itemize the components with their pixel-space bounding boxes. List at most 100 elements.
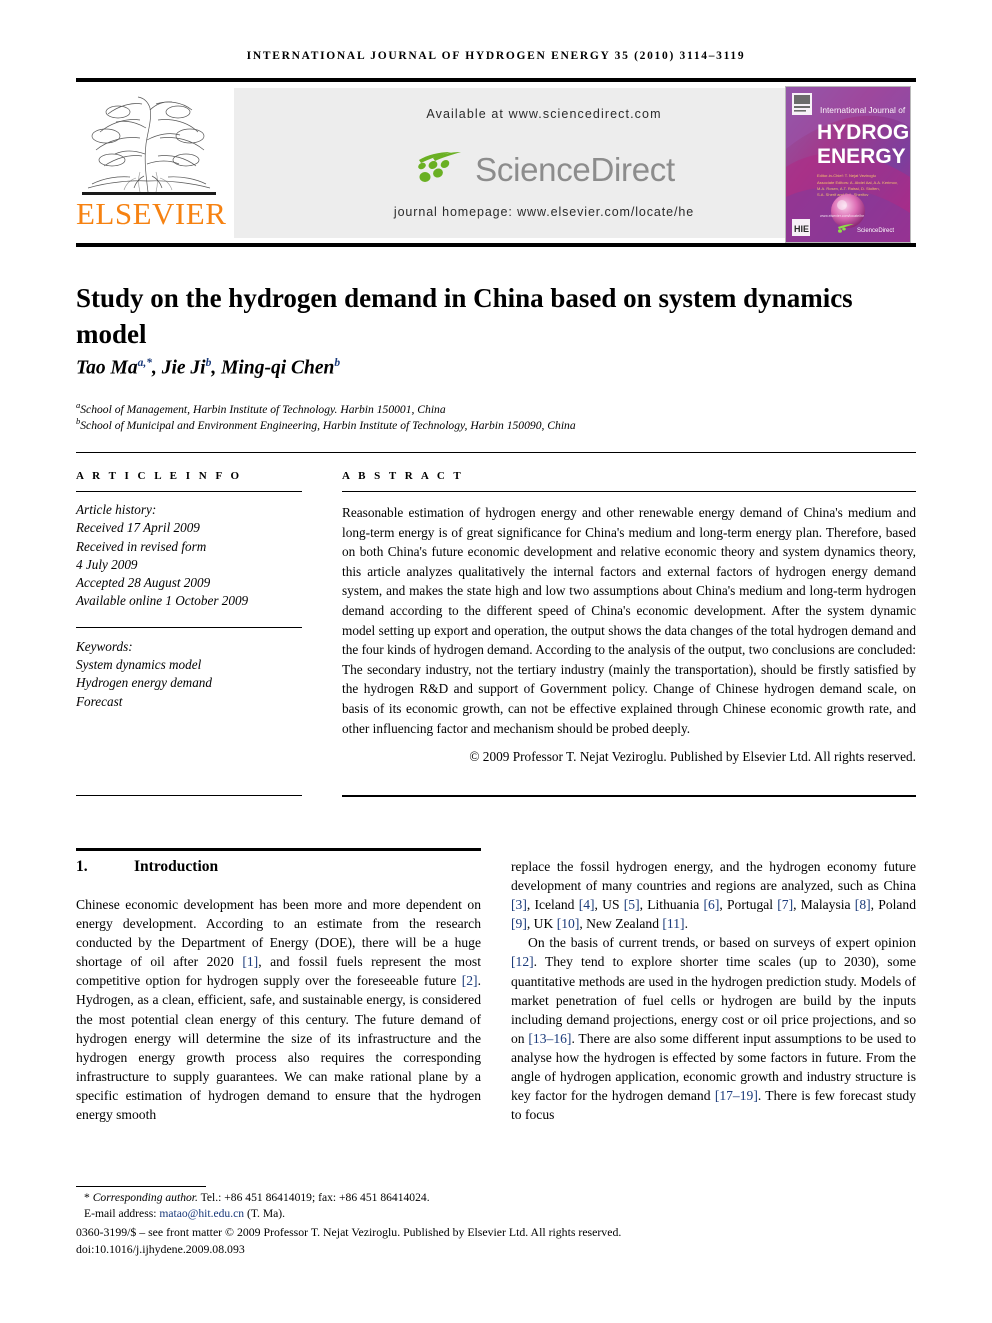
author-sup[interactable]: b bbox=[334, 357, 340, 369]
imprint-line: 0360-3199/$ – see front matter © 2009 Pr… bbox=[76, 1225, 622, 1239]
svg-text:Associate Editors: A. Abdel Aa: Associate Editors: A. Abdel Aal, A.A. Ke… bbox=[817, 180, 898, 185]
article-info-heading: A R T I C L E I N F O bbox=[76, 470, 243, 482]
paragraph-text: , UK bbox=[526, 916, 557, 932]
elsevier-divider bbox=[82, 192, 216, 195]
author-name: Tao Ma bbox=[76, 357, 138, 379]
paragraph-text: , Lithuania bbox=[639, 897, 704, 913]
author-list: Tao Maa,*, Jie Jib, Ming-qi Chenb bbox=[76, 357, 341, 379]
corresponding-contact: Tel.: +86 451 86414019; fax: +86 451 864… bbox=[197, 1191, 430, 1204]
elsevier-wordmark: ELSEVIER bbox=[76, 196, 227, 231]
citation-link[interactable]: [1] bbox=[242, 954, 258, 969]
citation-link[interactable]: [3] bbox=[511, 897, 527, 912]
paragraph-text: On the basis of current trends, or based… bbox=[528, 935, 916, 951]
paragraph-text: . bbox=[684, 916, 688, 932]
paragraph-text: , Portugal bbox=[719, 897, 778, 913]
citation-link[interactable]: [6] bbox=[704, 897, 720, 912]
citation-link[interactable]: [4] bbox=[579, 897, 595, 912]
email-label: E-mail address: bbox=[84, 1207, 160, 1220]
info-rule-top bbox=[76, 452, 916, 453]
history-item: Available online 1 October 2009 bbox=[76, 593, 249, 609]
citation-link[interactable]: [9] bbox=[511, 916, 527, 931]
citation-link[interactable]: [10] bbox=[557, 916, 580, 931]
sciencedirect-leaves-icon bbox=[418, 152, 462, 182]
corresponding-author-line: * Corresponding author. Tel.: +86 451 86… bbox=[76, 1190, 496, 1206]
paragraph: replace the fossil hydrogen energy, and … bbox=[511, 857, 916, 933]
header-rule-top bbox=[76, 78, 916, 82]
paragraph-text: . Hydrogen, as a clean, efficient, safe,… bbox=[76, 973, 481, 1123]
abstract-divider bbox=[342, 491, 916, 492]
keyword-item: Forecast bbox=[76, 693, 123, 709]
affiliation-b: bSchool of Municipal and Environment Eng… bbox=[76, 414, 906, 433]
journal-cover-thumbnail[interactable]: International Journal of HYDROGEN ENERGY… bbox=[785, 86, 911, 243]
paragraph-text: , Poland bbox=[870, 897, 917, 913]
body-rule-top bbox=[76, 848, 481, 851]
abstract-copyright: © 2009 Professor T. Nejat Veziroglu. Pub… bbox=[469, 749, 916, 765]
citation-link[interactable]: [13–16] bbox=[528, 1031, 571, 1046]
affiliation-text: School of Municipal and Environment Engi… bbox=[80, 418, 576, 432]
article-info-divider bbox=[76, 491, 302, 492]
history-item: Accepted 28 August 2009 bbox=[76, 575, 211, 591]
article-info-column: A R T I C L E I N F O Article history: R… bbox=[76, 470, 302, 711]
author-sup[interactable]: b bbox=[206, 357, 212, 369]
article-history-label: Article history: bbox=[76, 502, 157, 517]
paragraph-text: , Malaysia bbox=[793, 897, 855, 913]
sciencedirect-band: Available at www.sciencedirect.com Scien… bbox=[234, 88, 854, 238]
paragraph-text: , New Zealand bbox=[579, 916, 663, 932]
svg-text:HIE: HIE bbox=[794, 224, 809, 234]
author-sup[interactable]: a,* bbox=[138, 357, 152, 369]
citation-link[interactable]: [11] bbox=[662, 916, 684, 931]
email-line: E-mail address: matao@hit.edu.cn (T. Ma)… bbox=[76, 1206, 496, 1222]
author-name: Ming-qi Chen bbox=[221, 357, 335, 379]
corresponding-author-footnote: * Corresponding author. Tel.: +86 451 86… bbox=[76, 1190, 496, 1222]
keyword-item: Hydrogen energy demand bbox=[76, 675, 212, 691]
article-history: Article history: Received 17 April 2009 … bbox=[76, 501, 302, 611]
citation-link[interactable]: [7] bbox=[777, 897, 793, 912]
running-head: INTERNATIONAL JOURNAL OF HYDROGEN ENERGY… bbox=[246, 50, 746, 62]
page-title: Study on the hydrogen demand in China ba… bbox=[76, 283, 853, 350]
svg-text:International Journal of: International Journal of bbox=[820, 105, 906, 115]
paragraph: Chinese economic development has been mo… bbox=[76, 895, 481, 1124]
svg-text:ScienceDirect: ScienceDirect bbox=[857, 228, 894, 234]
email-link[interactable]: matao@hit.edu.cn bbox=[159, 1207, 244, 1220]
masthead: ELSEVIER Available at www.sciencedirect.… bbox=[76, 86, 916, 243]
journal-homepage-text[interactable]: journal homepage: www.elsevier.com/locat… bbox=[234, 205, 854, 219]
doi-line[interactable]: doi:10.1016/j.ijhydene.2009.08.093 bbox=[76, 1241, 916, 1258]
citation-link[interactable]: [17–19] bbox=[715, 1088, 758, 1103]
citation-link[interactable]: [8] bbox=[855, 897, 871, 912]
section-title: Introduction bbox=[134, 858, 219, 875]
citation-link[interactable]: [2] bbox=[462, 973, 478, 988]
sciencedirect-wordmark: ScienceDirect bbox=[475, 151, 675, 188]
section-number: 1. bbox=[76, 858, 88, 875]
keywords-block: Keywords: System dynamics model Hydrogen… bbox=[76, 638, 302, 711]
abstract-rule-bottom bbox=[342, 795, 916, 797]
citation-link[interactable]: [5] bbox=[624, 897, 640, 912]
keywords-divider bbox=[76, 626, 302, 628]
abstract-text: Reasonable estimation of hydrogen energy… bbox=[342, 505, 916, 736]
body-column-left: Chinese economic development has been mo… bbox=[76, 895, 481, 1124]
history-item: Received in revised form bbox=[76, 538, 207, 554]
imprint-block: 0360-3199/$ – see front matter © 2009 Pr… bbox=[76, 1224, 916, 1257]
history-item: 4 July 2009 bbox=[76, 556, 138, 572]
paragraph-text: replace the fossil hydrogen energy, and … bbox=[511, 859, 916, 894]
svg-text:www.elsevier.com/locate/he: www.elsevier.com/locate/he bbox=[820, 214, 864, 218]
keyword-item: System dynamics model bbox=[76, 657, 202, 673]
footnote-rule bbox=[76, 1186, 206, 1187]
available-at-text: Available at www.sciencedirect.com bbox=[426, 107, 662, 121]
author-name: Jie Ji bbox=[161, 357, 206, 379]
abstract-heading: A B S T R A C T bbox=[342, 470, 464, 482]
header-rule-bottom bbox=[76, 243, 916, 247]
elsevier-logo[interactable]: ELSEVIER bbox=[76, 88, 227, 240]
info-rule-bottom bbox=[76, 795, 302, 796]
citation-link[interactable]: [12] bbox=[511, 954, 534, 969]
svg-text:M.A. Rosen, A.T. Raissi, D. St: M.A. Rosen, A.T. Raissi, D. Stolten, bbox=[817, 186, 880, 191]
svg-text:HYDROGEN: HYDROGEN bbox=[817, 121, 910, 144]
keywords-label: Keywords: bbox=[76, 638, 133, 654]
abstract-column: A B S T R A C T Reasonable estimation of… bbox=[342, 470, 916, 767]
svg-text:ENERGY: ENERGY bbox=[817, 145, 906, 168]
elsevier-tree-icon bbox=[78, 88, 220, 200]
corresponding-label: Corresponding author. bbox=[92, 1191, 198, 1204]
corresponding-marker: * bbox=[84, 1191, 90, 1204]
sciencedirect-logo[interactable]: ScienceDirect bbox=[234, 146, 854, 194]
body-column-right: replace the fossil hydrogen energy, and … bbox=[511, 857, 916, 1124]
email-suffix: (T. Ma). bbox=[244, 1207, 286, 1220]
